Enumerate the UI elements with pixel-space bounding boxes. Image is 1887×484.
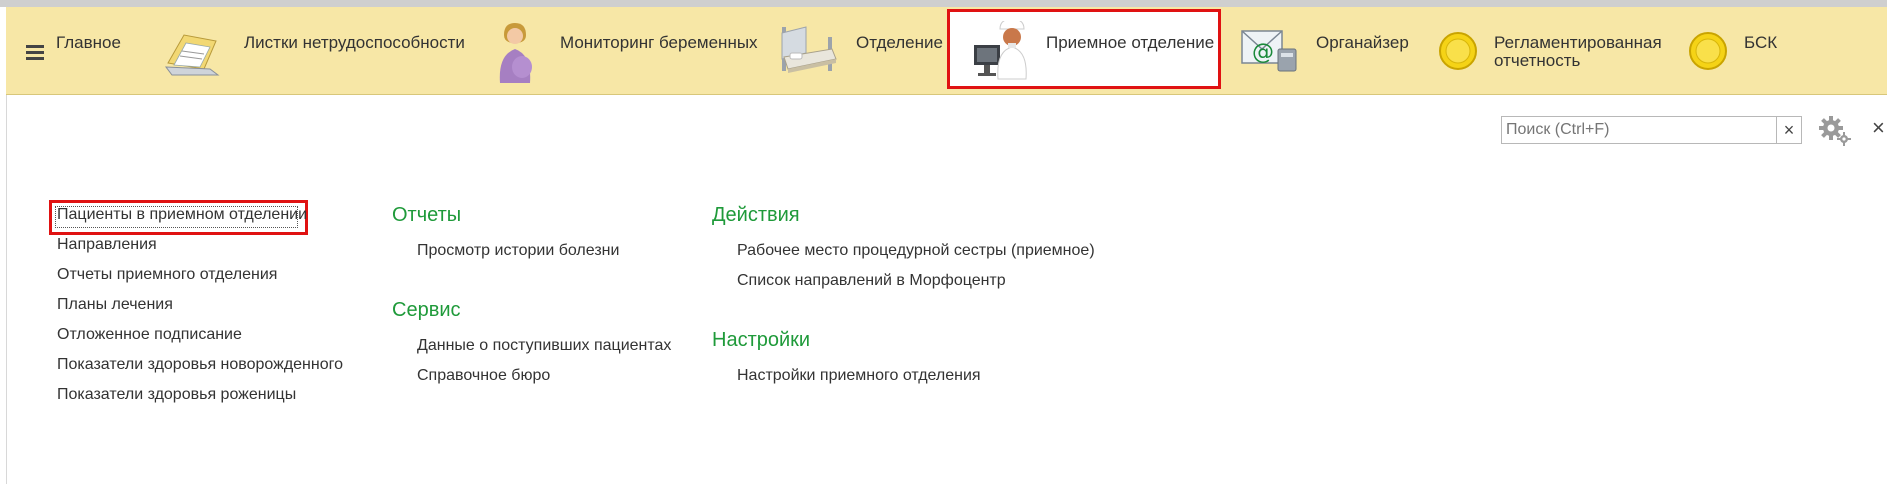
doctor-computer-icon xyxy=(974,21,1027,80)
link-newborn-health[interactable]: Показатели здоровья новорожденного xyxy=(57,356,343,374)
svg-text:@: @ xyxy=(1252,40,1274,65)
section-title-reports: Отчеты xyxy=(392,204,462,226)
search-clear-button[interactable]: × xyxy=(1776,116,1802,144)
yellow-circle-icon xyxy=(1439,32,1477,70)
gear-icon[interactable] xyxy=(1817,114,1851,146)
link-admission-settings[interactable]: Настройки приемного отделения xyxy=(737,367,981,385)
window-top-strip xyxy=(0,0,1887,7)
link-referrals[interactable]: Направления xyxy=(57,236,157,254)
search-input[interactable] xyxy=(1501,116,1777,144)
pregnant-woman-icon xyxy=(499,23,532,83)
nav-regulated-reporting[interactable]: Регламентированная отчетность xyxy=(1436,7,1666,94)
nav-sick-leave-label: Листки нетрудоспособности xyxy=(244,33,465,52)
nav-main-label: Главное xyxy=(56,33,121,52)
nav-department-label: Отделение xyxy=(856,33,943,52)
nav-sick-leave[interactable]: Листки нетрудоспособности xyxy=(156,7,465,94)
nav-regulated-reporting-label: Регламентированная отчетность xyxy=(1494,33,1662,70)
link-mother-health[interactable]: Показатели здоровья роженицы xyxy=(57,386,296,404)
nav-organizer-label: Органайзер xyxy=(1316,33,1409,52)
yellow-circle-icon xyxy=(1689,32,1727,70)
nav-admission[interactable]: Приемное отделение xyxy=(952,7,1218,94)
link-view-case-history[interactable]: Просмотр истории болезни xyxy=(417,242,619,260)
nav-pregnancy-monitoring[interactable]: Мониторинг беременных xyxy=(482,7,762,94)
nav-pregnancy-label: Мониторинг беременных xyxy=(560,33,758,52)
content-left-border xyxy=(6,95,7,484)
link-deferred-signing[interactable]: Отложенное подписание xyxy=(57,326,242,344)
link-morphocenter-referrals[interactable]: Список направлений в Морфоцентр xyxy=(737,272,1006,290)
nav-bsk-label: БСК xyxy=(1744,33,1778,52)
link-nurse-workplace[interactable]: Рабочее место процедурной сестры (приемн… xyxy=(737,242,1095,260)
hospital-bed-icon xyxy=(781,26,837,73)
section-title-actions: Действия xyxy=(712,204,800,226)
nav-department[interactable]: Отделение xyxy=(772,7,943,94)
sick-leave-folder-icon xyxy=(164,34,220,76)
link-incoming-patients-data[interactable]: Данные о поступивших пациентах xyxy=(417,337,671,355)
nav-bsk[interactable]: БСК xyxy=(1686,7,1806,94)
email-phone-icon: @ xyxy=(1241,30,1297,72)
menu-icon[interactable] xyxy=(26,45,48,63)
nav-main[interactable]: Главное xyxy=(56,7,136,94)
link-treatment-plans[interactable]: Планы лечения xyxy=(57,296,173,314)
link-admission-reports[interactable]: Отчеты приемного отделения xyxy=(57,266,277,284)
nav-admission-label: Приемное отделение xyxy=(1046,33,1215,52)
close-panel-button[interactable]: × xyxy=(1872,116,1885,140)
sections-panel: Главное Листки нетрудоспособности Монито… xyxy=(6,7,1887,95)
nav-organizer[interactable]: @ Органайзер xyxy=(1238,7,1409,94)
link-patients-in-admission[interactable]: Пациенты в приемном отделении xyxy=(57,206,307,224)
section-title-settings: Настройки xyxy=(712,329,811,351)
section-title-service: Сервис xyxy=(392,299,461,321)
link-info-desk[interactable]: Справочное бюро xyxy=(417,367,550,385)
